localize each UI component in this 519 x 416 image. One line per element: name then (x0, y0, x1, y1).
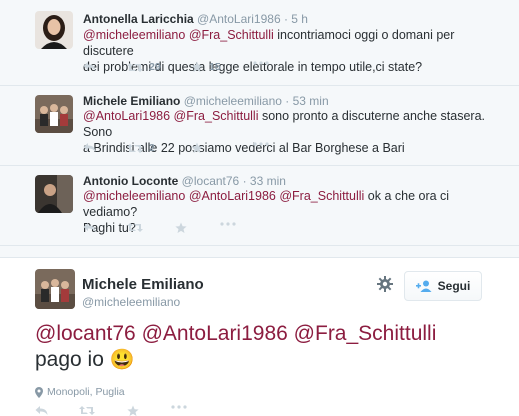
author-name[interactable]: Michele Emiliano (83, 94, 180, 108)
mention-link[interactable]: @Fra_Schittulli (294, 322, 437, 345)
follow-button[interactable]: Segui (404, 271, 482, 301)
retweet-icon (79, 406, 95, 415)
retweet-button[interactable]: 29 (127, 61, 161, 73)
tweet-location[interactable]: Monopoli, Puglia (35, 386, 125, 398)
follow-label: Segui (437, 279, 471, 293)
retweet-button[interactable] (127, 222, 143, 233)
user-actions-button[interactable] (377, 276, 393, 297)
retweet-count: 2 (149, 142, 155, 154)
timestamp[interactable]: · 33 min (243, 174, 286, 188)
tweet-text: @locant76 @AntoLari1986 @Fra_Schittulli … (35, 321, 505, 373)
tweet-antonella[interactable]: Antonella Laricchia @AntoLari1986 · 5 h … (0, 0, 519, 86)
tweet-loconte[interactable]: Antonio Loconte @locant76 · 33 min @mich… (0, 166, 519, 246)
favorite-icon (191, 61, 203, 72)
avatar[interactable] (35, 95, 73, 133)
retweet-button[interactable] (79, 405, 95, 416)
reply-icon (83, 223, 96, 232)
mention-link[interactable]: @Fra_Schittulli (174, 109, 259, 123)
mention-link[interactable]: @micheleemiliano (83, 28, 185, 42)
reply-button[interactable] (83, 222, 96, 233)
author-name[interactable]: Antonella Laricchia (83, 12, 194, 26)
favorite-icon (175, 222, 187, 233)
mention-link[interactable]: @micheleemiliano (83, 189, 185, 203)
mention-link[interactable]: @locant76 (35, 322, 136, 345)
retweet-button[interactable]: 2 (127, 142, 155, 154)
author-handle[interactable]: @locant76 (182, 174, 240, 188)
favorite-button[interactable] (175, 222, 187, 234)
avatar[interactable] (35, 11, 73, 49)
favorite-button[interactable] (127, 405, 139, 416)
author-name[interactable]: Michele Emiliano (82, 276, 204, 293)
more-icon (253, 61, 269, 65)
reply-button[interactable] (35, 405, 48, 416)
avatar[interactable] (35, 269, 75, 309)
favorite-button[interactable]: 15 (191, 61, 221, 73)
mention-link[interactable]: @Fra_Schittulli (279, 189, 364, 203)
more-icon (220, 222, 236, 226)
author-handle[interactable]: @micheleemiliano (82, 295, 180, 309)
favorite-count: 15 (209, 61, 221, 73)
smiley-emoji-icon: 😃 (109, 349, 135, 371)
retweet-count: 29 (149, 61, 161, 73)
retweet-icon (127, 143, 143, 153)
tweet-emiliano[interactable]: Michele Emiliano @micheleemiliano · 53 m… (0, 86, 519, 166)
favorite-button[interactable] (191, 142, 203, 154)
tweet-header: Michele Emiliano @micheleemiliano · 53 m… (83, 94, 329, 108)
mention-link[interactable]: @AntoLari1986 (142, 322, 288, 345)
tweet-header: Antonio Loconte @locant76 · 33 min (83, 174, 286, 188)
more-button[interactable] (253, 61, 269, 65)
timestamp[interactable]: · 5 h (284, 12, 308, 26)
reply-button[interactable] (83, 61, 96, 72)
tweet-header: Antonella Laricchia @AntoLari1986 · 5 h (83, 12, 308, 26)
tweet-text: @micheleemiliano @AntoLari1986 @Fra_Schi… (83, 188, 503, 236)
author-handle[interactable]: @micheleemiliano (184, 94, 282, 108)
avatar[interactable] (35, 175, 73, 213)
permalink-tweet: Michele Emiliano @micheleemiliano Segui … (0, 259, 519, 416)
gear-icon (377, 276, 393, 292)
tweet-text-body: pago io (35, 348, 104, 371)
reply-button[interactable] (83, 142, 96, 153)
mention-link[interactable]: @Fra_Schittulli (189, 28, 274, 42)
more-button[interactable] (220, 222, 236, 226)
reply-icon (83, 62, 96, 71)
more-button[interactable] (171, 405, 187, 409)
mention-link[interactable]: @AntoLari1986 (83, 109, 170, 123)
location-pin-icon (35, 386, 43, 398)
mention-link[interactable]: @AntoLari1986 (189, 189, 276, 203)
follow-person-icon (415, 280, 432, 292)
retweet-icon (127, 62, 143, 72)
reply-icon (83, 143, 96, 152)
stream-divider (0, 246, 519, 258)
more-icon (171, 405, 187, 409)
more-button[interactable] (253, 142, 269, 146)
favorite-icon (127, 405, 139, 416)
author-handle[interactable]: @AntoLari1986 (197, 12, 281, 26)
reply-icon (35, 406, 48, 415)
more-icon (253, 142, 269, 146)
favorite-icon (191, 142, 203, 153)
author-name[interactable]: Antonio Loconte (83, 174, 178, 188)
retweet-icon (127, 223, 143, 232)
location-label: Monopoli, Puglia (47, 386, 125, 398)
timestamp[interactable]: · 53 min (285, 94, 328, 108)
